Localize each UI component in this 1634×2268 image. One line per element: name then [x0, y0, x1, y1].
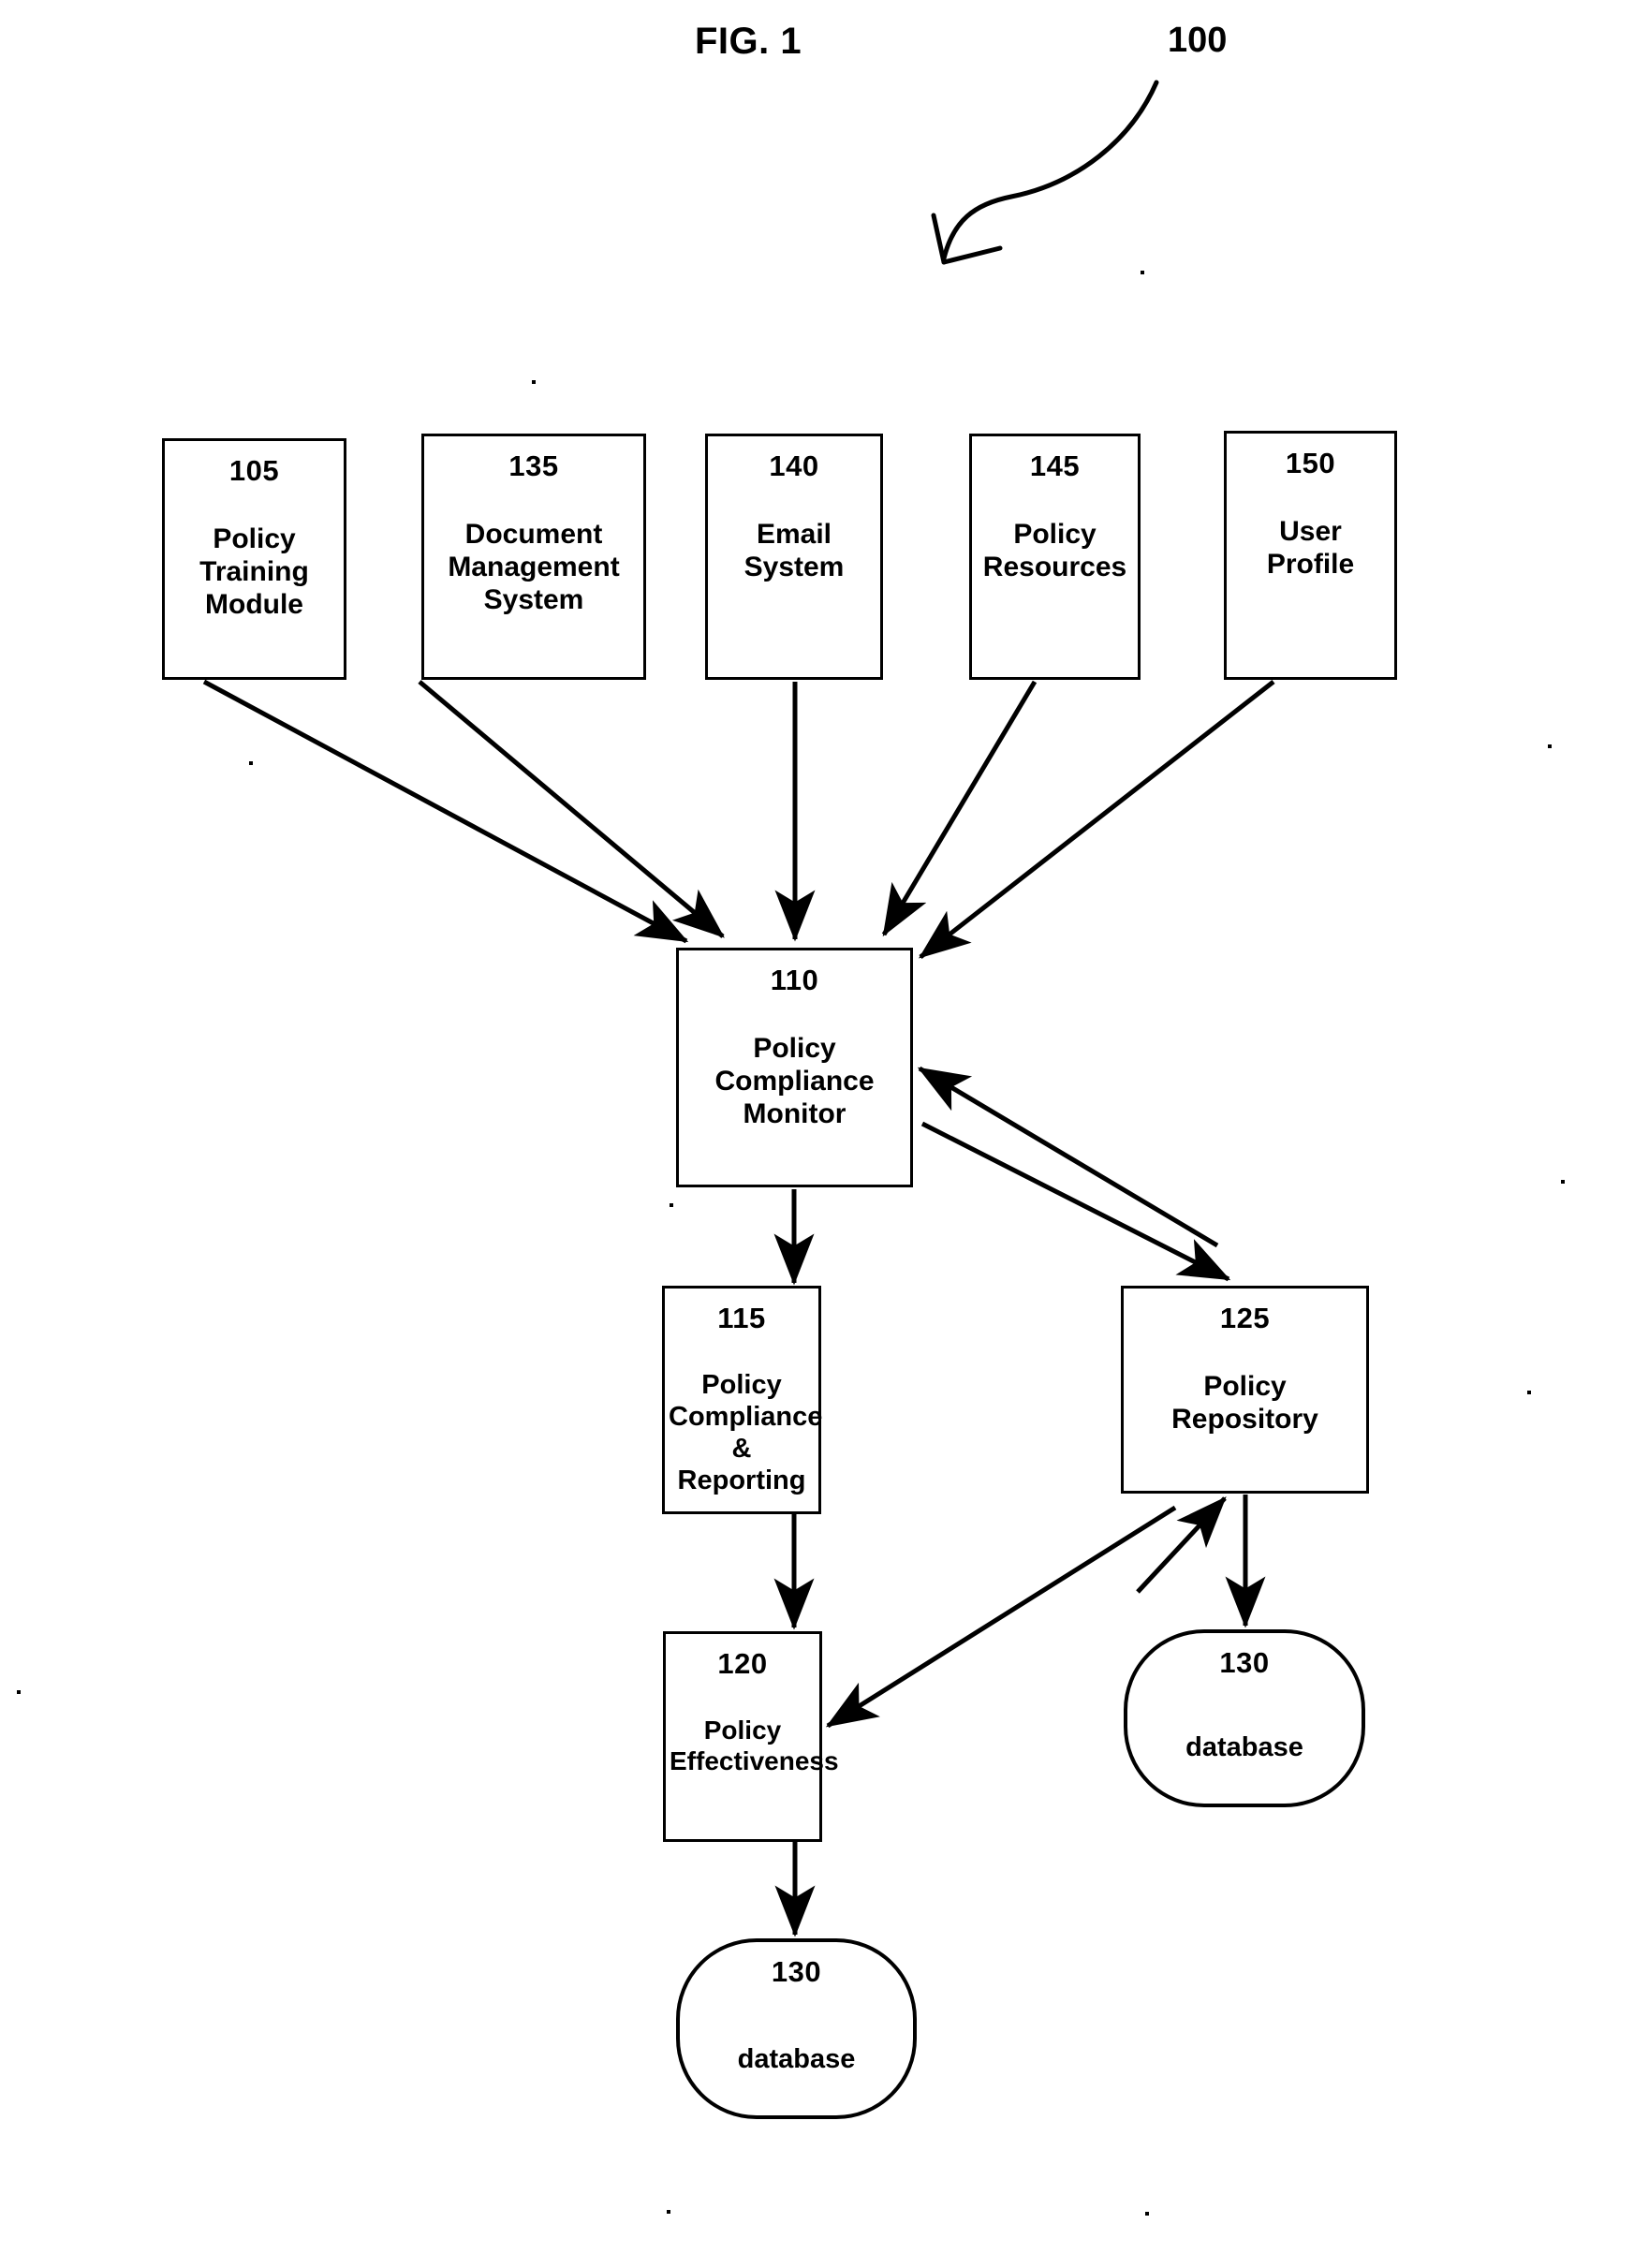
- node-ref-150: 150: [1285, 447, 1336, 479]
- scan-speck: [1141, 271, 1144, 274]
- node-policy-training-module[interactable]: 105 Policy Training Module: [162, 438, 346, 680]
- scan-speck: [1527, 1391, 1531, 1394]
- node-label-120: Policy Effectiveness: [670, 1716, 839, 1775]
- node-database-bottom[interactable]: 130 database: [676, 1938, 917, 2119]
- node-ref-140: 140: [769, 449, 819, 482]
- scan-speck: [670, 1203, 673, 1207]
- edge-125-to-110: [917, 1066, 1219, 1248]
- scan-speck: [667, 2210, 670, 2214]
- node-label-110: Policy Compliance Monitor: [714, 1033, 875, 1130]
- node-ref-125: 125: [1219, 1302, 1271, 1334]
- edge-150-to-110: [919, 680, 1275, 959]
- node-ref-110: 110: [770, 964, 819, 996]
- edge-125-to-120: [825, 1505, 1177, 1729]
- leader-line-100: [931, 80, 1159, 265]
- system-reference-label: 100: [1168, 21, 1228, 60]
- node-policy-compliance-monitor[interactable]: 110 Policy Compliance Monitor: [676, 948, 913, 1187]
- scan-speck: [1548, 744, 1552, 748]
- scan-speck: [1561, 1180, 1565, 1184]
- edge-135-to-110: [418, 680, 725, 938]
- node-ref-135: 135: [508, 449, 559, 482]
- node-label-105: Policy Training Module: [199, 523, 309, 621]
- edge-110-to-125: [920, 1121, 1231, 1282]
- scan-speck: [1145, 2212, 1149, 2216]
- node-database-right[interactable]: 130 database: [1124, 1629, 1365, 1807]
- node-policy-effectiveness[interactable]: 120 Policy Effectiveness: [663, 1631, 839, 1842]
- node-user-profile[interactable]: 150 User Profile: [1224, 431, 1397, 680]
- node-label-115: Policy Compliance & Reporting: [669, 1370, 823, 1495]
- node-policy-resources[interactable]: 145 Policy Resources: [969, 434, 1141, 680]
- scan-speck: [249, 761, 253, 765]
- node-ref-105: 105: [228, 454, 280, 487]
- patent-figure-page: FIG. 1 100 105 Policy Training Module 13…: [0, 0, 1634, 2268]
- node-ref-145: 145: [1029, 449, 1081, 482]
- edge-145-to-110: [881, 680, 1038, 937]
- node-label-145: Policy Resources: [982, 519, 1127, 583]
- node-label-150: User Profile: [1266, 516, 1355, 581]
- node-label-125: Policy Repository: [1171, 1371, 1318, 1436]
- node-document-management-system[interactable]: 135 Document Management System: [421, 434, 646, 680]
- node-ref-120: 120: [717, 1647, 768, 1680]
- scan-speck: [532, 380, 536, 384]
- scan-speck: [17, 1690, 21, 1694]
- node-label-130-bottom: database: [737, 2044, 856, 2075]
- edge-105-to-110: [202, 679, 689, 944]
- node-ref-115: 115: [717, 1302, 766, 1334]
- node-policy-compliance-and-reporting[interactable]: 115 Policy Compliance & Reporting: [662, 1286, 823, 1514]
- node-policy-repository[interactable]: 125 Policy Repository: [1121, 1286, 1369, 1494]
- node-ref-130-bottom: 130: [771, 1955, 822, 1988]
- figure-title: FIG. 1: [695, 21, 802, 62]
- node-label-130-right: database: [1185, 1732, 1303, 1763]
- node-ref-130-right: 130: [1219, 1646, 1270, 1679]
- node-label-140: Email System: [743, 519, 845, 583]
- node-email-system[interactable]: 140 Email System: [705, 434, 883, 680]
- edge-120-to-125: [1136, 1496, 1227, 1594]
- node-label-135: Document Management System: [448, 519, 620, 616]
